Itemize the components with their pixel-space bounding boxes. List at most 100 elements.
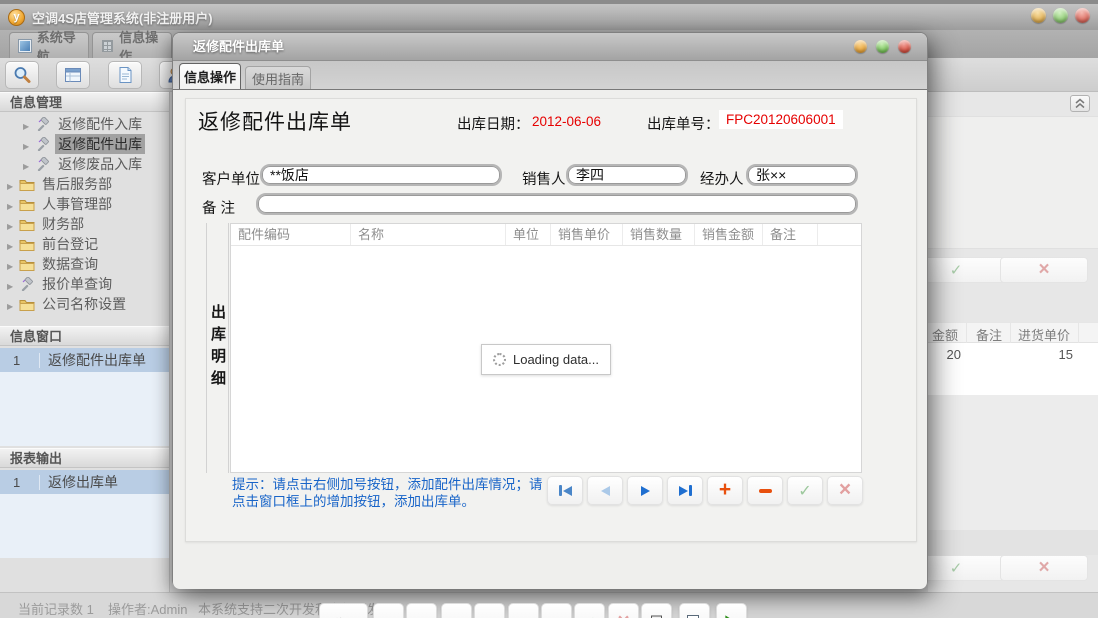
detail-cancel-button[interactable] [827, 476, 863, 505]
dialog-close-button[interactable] [898, 40, 911, 53]
sidebar-item-repair-parts-inbound[interactable]: 返修配件入库 [0, 114, 169, 134]
background-table-row[interactable]: 20 15 [928, 343, 1098, 367]
sidebar-item-hr-dept[interactable]: 人事管理部 [0, 194, 169, 214]
record-collapse-button[interactable] [541, 603, 572, 618]
background-cancel-button-2[interactable]: × [1000, 555, 1088, 581]
cell-purchase-price: 15 [1058, 347, 1073, 362]
tool-icon [35, 157, 51, 172]
detail-prev-button[interactable] [587, 476, 623, 505]
tab-information-operation[interactable]: 信息操作 [92, 30, 172, 64]
seller-input[interactable] [566, 164, 688, 186]
prev-icon [600, 485, 610, 496]
column-part-code[interactable]: 配件编码 [231, 224, 351, 245]
collapse-panel-button[interactable] [1070, 95, 1090, 112]
status-record-count: 当前记录数 1 [18, 602, 94, 617]
column-header: 金额 [931, 328, 958, 343]
column-sale-price[interactable]: 销售单价 [551, 224, 623, 245]
sidebar-item-repair-parts-outbound[interactable]: 返修配件出库 [0, 134, 169, 154]
dialog-repair-parts-outbound: 返修配件出库单 信息操作 使用指南 返修配件出库单 出库日期： 2012-06-… [172, 32, 928, 618]
outbound-form-panel: 返修配件出库单 出库日期： 2012-06-06 出库单号： FPC201206… [185, 98, 917, 542]
play-icon [725, 614, 731, 618]
detail-grid-header: 配件编码 名称 单位 销售单价 销售数量 销售金额 备注 [231, 224, 861, 246]
folder-icon [19, 217, 35, 232]
detail-confirm-button[interactable] [787, 476, 823, 505]
background-lower-area [928, 395, 1098, 530]
cross-icon: × [1038, 258, 1050, 280]
dialog-titlebar[interactable]: 返修配件出库单 [173, 33, 927, 61]
detail-grid: 配件编码 名称 单位 销售单价 销售数量 销售金额 备注 Loading dat… [230, 223, 862, 473]
record-prev-button[interactable] [406, 603, 437, 618]
sidebar-item-label: 报价单查询 [42, 276, 113, 292]
outbound-no-label: 出库单号： [647, 117, 720, 133]
record-cancel-button[interactable] [608, 603, 639, 618]
background-divider-strip [928, 530, 1098, 555]
dialog-tab-user-guide[interactable]: 使用指南 [245, 66, 311, 89]
print-preview-button[interactable] [679, 603, 710, 618]
check-icon: ✓ [949, 560, 963, 577]
outbound-date-label: 出库日期： [457, 117, 530, 133]
record-next-button[interactable] [441, 603, 472, 618]
window-controls [1031, 8, 1090, 23]
column-header: 进货单价 [1018, 328, 1071, 343]
folder-icon [19, 297, 35, 312]
run-button[interactable] [716, 603, 747, 618]
background-cancel-button[interactable]: × [1000, 257, 1088, 283]
close-button[interactable] [1075, 8, 1090, 23]
sidebar-item-data-query[interactable]: 数据查询 [0, 254, 169, 274]
remark-input[interactable] [256, 193, 858, 215]
sidebar-item-label: 公司名称设置 [42, 296, 127, 312]
form-view-button[interactable] [56, 61, 90, 89]
chevron-right-icon [7, 176, 13, 192]
cross-icon [839, 482, 851, 500]
chevron-right-icon [23, 156, 29, 172]
sidebar-item-after-sales-dept[interactable]: 售后服务部 [0, 174, 169, 194]
document-button[interactable] [108, 61, 142, 89]
column-sale-amount[interactable]: 销售金额 [695, 224, 763, 245]
grid-icon [102, 39, 114, 52]
record-remove-button[interactable] [508, 603, 539, 618]
cross-icon: × [1038, 556, 1050, 578]
info-window-item[interactable]: 1 返修配件出库单 [0, 348, 169, 372]
detail-first-button[interactable] [547, 476, 583, 505]
add-record-button[interactable]: 增加 [319, 603, 368, 618]
customer-input[interactable] [260, 164, 502, 186]
sidebar-item-label: 财务部 [42, 216, 85, 232]
plus-icon [719, 482, 731, 500]
record-first-button[interactable] [373, 603, 404, 618]
column-sale-qty[interactable]: 销售数量 [623, 224, 695, 245]
record-last-button[interactable] [474, 603, 505, 618]
detail-remove-button[interactable] [747, 476, 783, 505]
maximize-button[interactable] [1053, 8, 1068, 23]
sidebar-item-company-name-setting[interactable]: 公司名称设置 [0, 294, 169, 314]
record-confirm-button[interactable] [574, 603, 605, 618]
detail-last-button[interactable] [667, 476, 703, 505]
tab-system-navigation[interactable]: 系统导航 [9, 30, 89, 64]
column-name[interactable]: 名称 [351, 224, 506, 245]
info-window-area [0, 372, 169, 446]
handler-input[interactable] [746, 164, 858, 186]
dialog-minimize-button[interactable] [854, 40, 867, 53]
app-logo-letter: y [13, 11, 20, 23]
app-logo-icon: y [8, 8, 25, 26]
print-button[interactable] [641, 603, 672, 618]
chevron-right-icon [7, 296, 13, 312]
item-label: 返修配件出库单 [48, 352, 146, 368]
sidebar-item-quotation-query[interactable]: 报价单查询 [0, 274, 169, 294]
dialog-tab-information-operation[interactable]: 信息操作 [179, 63, 241, 89]
sidebar-item-repair-scrap-inbound[interactable]: 返修废品入库 [0, 154, 169, 174]
sidebar: 信息管理 返修配件入库 返修配件出库 返修废品入库 售后服务部 [0, 92, 170, 592]
detail-next-button[interactable] [627, 476, 663, 505]
app-titlebar: y 空调4S店管理系统(非注册用户) [0, 4, 1098, 30]
minimize-button[interactable] [1031, 8, 1046, 23]
report-output-item[interactable]: 1 返修出库单 [0, 470, 169, 494]
dialog-maximize-button[interactable] [876, 40, 889, 53]
sidebar-item-finance-dept[interactable]: 财务部 [0, 214, 169, 234]
chevron-right-icon [23, 116, 29, 132]
search-button[interactable] [5, 61, 39, 89]
column-remark[interactable]: 备注 [763, 224, 818, 245]
column-filler [818, 224, 861, 245]
column-unit[interactable]: 单位 [506, 224, 551, 245]
detail-add-button[interactable] [707, 476, 743, 505]
sidebar-item-front-desk[interactable]: 前台登记 [0, 234, 169, 254]
spinner-icon [492, 352, 506, 366]
